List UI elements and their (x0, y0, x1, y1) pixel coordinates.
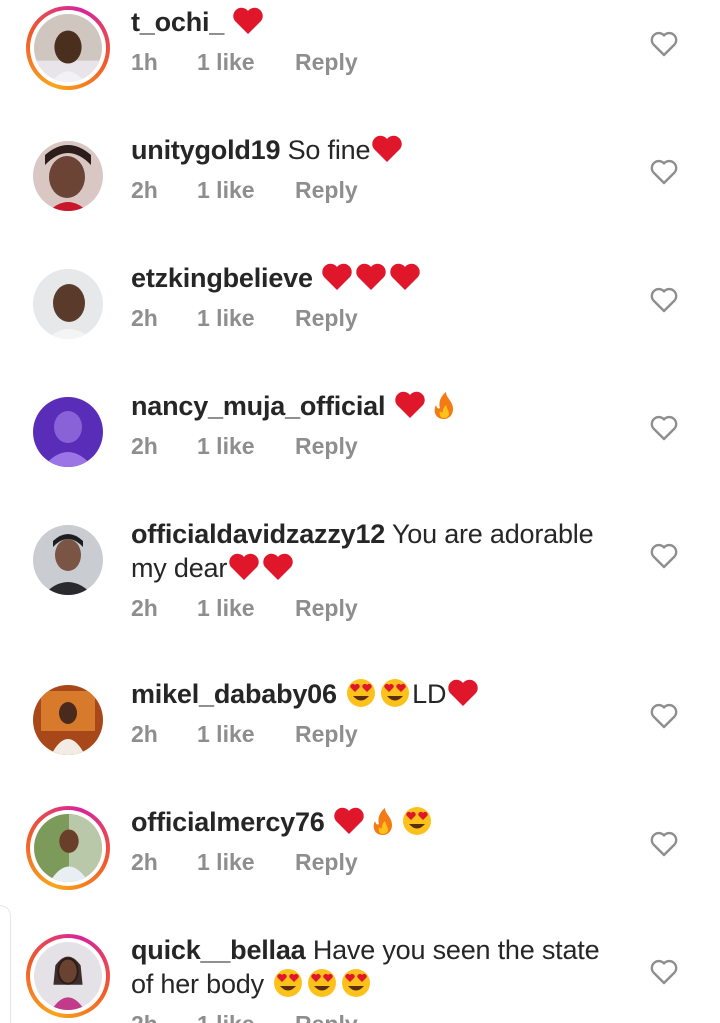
red-heart-emoji (320, 262, 354, 292)
comments-list: t_ochi_ 1h 1 like Reply unitygold19 So fin… (0, 0, 720, 1023)
heart-eyes-emoji (305, 968, 339, 998)
heart-outline-icon[interactable] (650, 543, 678, 569)
heart-eyes-emoji (400, 806, 434, 836)
comment-likes[interactable]: 1 like (197, 49, 295, 76)
red-heart-emoji (388, 262, 422, 292)
comment-text: officialdavidzazzy12 You are adorable my… (131, 517, 621, 585)
red-heart-emoji (332, 806, 366, 836)
comment-body: So fine (287, 135, 371, 165)
heart-outline-icon[interactable] (650, 31, 678, 57)
reply-button[interactable]: Reply (295, 849, 358, 876)
comment-time: 2h (131, 595, 158, 621)
comment-username[interactable]: unitygold19 (131, 135, 281, 165)
heart-outline-icon[interactable] (650, 831, 678, 857)
comment-time: 2h (131, 305, 158, 331)
comment-text: nancy_muja_official (131, 389, 621, 423)
heart-outline-icon[interactable] (650, 415, 678, 441)
comment-likes[interactable]: 1 like (197, 433, 295, 460)
comment-username[interactable]: mikel_dababy06 (131, 679, 337, 709)
comment-time: 2h (131, 1011, 197, 1023)
red-heart-emoji (446, 678, 480, 708)
avatar[interactable] (26, 934, 110, 1018)
avatar[interactable] (26, 678, 110, 762)
red-heart-emoji (227, 552, 261, 582)
comment-username[interactable]: etzkingbelieve (131, 263, 313, 293)
comment-text: officialmercy76 (131, 805, 621, 839)
comment-text: mikel_dababy06 LD (131, 677, 621, 711)
avatar[interactable] (26, 518, 110, 602)
comment-time: 1h (131, 49, 158, 75)
comment-likes[interactable]: 1 like (197, 1011, 295, 1023)
reply-button[interactable]: Reply (295, 433, 358, 460)
comment-body: LD (412, 679, 447, 709)
comment-username[interactable]: quick__bellaa (131, 935, 306, 965)
comment-username[interactable]: officialmercy76 (131, 807, 325, 837)
heart-outline-icon[interactable] (650, 959, 678, 985)
red-heart-emoji (393, 390, 427, 420)
red-heart-emoji (354, 262, 388, 292)
comment-likes[interactable]: 1 like (197, 849, 295, 876)
comment-likes[interactable]: 1 like (197, 305, 295, 332)
comment-text: quick__bellaa Have you seen the state of… (131, 933, 621, 1001)
fire-emoji (427, 390, 461, 420)
heart-eyes-emoji (344, 678, 378, 708)
avatar[interactable] (26, 262, 110, 346)
avatar[interactable] (26, 806, 110, 890)
avatar[interactable] (26, 6, 110, 90)
comment-time: 2h (131, 177, 158, 203)
comment-username[interactable]: officialdavidzazzy12 (131, 519, 385, 549)
reply-button[interactable]: Reply (295, 305, 358, 332)
heart-eyes-emoji (271, 968, 305, 998)
heart-outline-icon[interactable] (650, 159, 678, 185)
avatar[interactable] (26, 134, 110, 218)
comment-username[interactable]: nancy_muja_official (131, 391, 385, 421)
comment-text: etzkingbelieve (131, 261, 621, 295)
comment-likes[interactable]: 1 like (197, 721, 295, 748)
comment-text: t_ochi_ (131, 5, 621, 39)
heart-eyes-emoji (378, 678, 412, 708)
heart-eyes-emoji (339, 968, 373, 998)
reply-button[interactable]: Reply (295, 1011, 358, 1023)
comment-username[interactable]: t_ochi_ (131, 7, 224, 37)
comment-time: 2h (131, 849, 158, 875)
comment-text: unitygold19 So fine (131, 133, 621, 167)
red-heart-emoji (231, 6, 265, 36)
heart-outline-icon[interactable] (650, 287, 678, 313)
reply-button[interactable]: Reply (295, 595, 358, 622)
comment-likes[interactable]: 1 like (197, 177, 295, 204)
avatar[interactable] (26, 390, 110, 474)
red-heart-emoji (370, 134, 404, 164)
comment-likes[interactable]: 1 like (197, 595, 295, 622)
heart-outline-icon[interactable] (650, 703, 678, 729)
fire-emoji (366, 806, 400, 836)
comment-time: 2h (131, 721, 158, 747)
reply-button[interactable]: Reply (295, 49, 358, 76)
reply-button[interactable]: Reply (295, 721, 358, 748)
reply-button[interactable]: Reply (295, 177, 358, 204)
red-heart-emoji (261, 552, 295, 582)
sheet-edge (0, 905, 11, 1023)
comment-time: 2h (131, 433, 158, 459)
